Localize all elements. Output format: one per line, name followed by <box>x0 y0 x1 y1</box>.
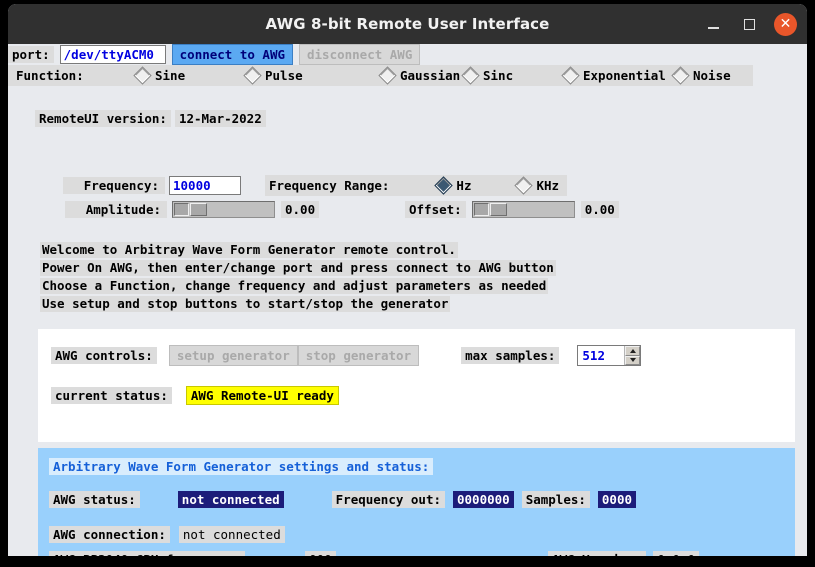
remoteui-version-value: 12-Mar-2022 <box>174 110 266 127</box>
setup-generator-button[interactable]: setup generator <box>168 345 298 366</box>
radio-label: Pulse <box>265 68 303 83</box>
frequency-out-value: 0000000 <box>453 491 514 508</box>
disconnect-awg-button[interactable]: disconnect AWG <box>299 44 421 65</box>
radio-function-gaussian[interactable]: Gaussian <box>378 66 464 85</box>
awg-version-value: 0.0.0 <box>653 551 699 556</box>
remoteui-version-label: RemoteUI version: <box>35 110 171 127</box>
maximize-icon[interactable] <box>738 13 760 35</box>
slider-handle[interactable] <box>473 203 489 216</box>
offset-slider[interactable] <box>471 201 575 218</box>
frequency-range-label: Frequency Range: <box>269 178 390 193</box>
welcome-line: Use setup and stop buttons to start/stop… <box>40 296 451 312</box>
title-bar: AWG 8-bit Remote User Interface ✕ <box>8 4 807 44</box>
amplitude-row: Amplitude: 0.00 <box>65 201 320 218</box>
awg-settings-panel: Arbitrary Wave Form Generator settings a… <box>38 448 795 556</box>
radio-range-hz[interactable]: Hz <box>434 176 472 195</box>
client-area: RemoteUI version: 12-Mar-2022 port: conn… <box>8 44 807 556</box>
app-window: AWG 8-bit Remote User Interface ✕ Remote… <box>8 4 807 556</box>
radio-diamond-icon <box>561 66 580 85</box>
radio-function-exponential[interactable]: Exponential <box>561 66 674 85</box>
frequency-range-group: Frequency Range: Hz KHz <box>265 175 568 196</box>
port-input[interactable] <box>59 45 166 64</box>
welcome-line: Power On AWG, then enter/change port and… <box>40 260 556 276</box>
radio-label: Hz <box>456 178 472 193</box>
radio-label: Exponential <box>583 68 666 83</box>
frequency-input[interactable] <box>169 176 241 195</box>
frequency-label: Frequency: <box>63 177 165 194</box>
function-row: Function: Sine Pulse Gaussian Sinc Expon… <box>8 65 753 86</box>
amplitude-value: 0.00 <box>281 201 320 218</box>
awg-version-label: AWG Version: <box>548 551 647 556</box>
awg-connection-value: not connected <box>178 526 285 543</box>
function-label: Function: <box>12 67 88 84</box>
radio-function-sine[interactable]: Sine <box>133 66 246 85</box>
welcome-line: Choose a Function, change frequency and … <box>40 278 549 294</box>
radio-diamond-icon <box>434 176 454 195</box>
radio-label: Noise <box>693 68 731 83</box>
awg-version-row: AWG Version: 0.0.0 <box>548 551 699 556</box>
offset-label: Offset: <box>405 201 466 218</box>
window-title: AWG 8-bit Remote User Interface <box>265 15 550 33</box>
radio-diamond-icon <box>378 66 397 85</box>
radio-label: Gaussian <box>400 68 461 83</box>
max-samples-label: max samples: <box>461 347 560 364</box>
stop-generator-button[interactable]: stop generator <box>297 345 420 366</box>
awg-controls-panel: AWG controls: setup generator stop gener… <box>38 329 795 442</box>
offset-value: 0.00 <box>580 201 619 218</box>
function-label-holder: Function: <box>8 67 136 84</box>
settings-panel-title: Arbitrary Wave Form Generator settings a… <box>49 458 434 475</box>
max-samples-input[interactable] <box>578 346 625 365</box>
radio-diamond-icon <box>671 66 690 85</box>
awg-status-value: not connected <box>177 491 284 508</box>
awg-connection-row: AWG connection: not connected <box>49 526 285 543</box>
port-label: port: <box>8 46 54 63</box>
radio-diamond-icon <box>461 66 480 85</box>
radio-diamond-icon <box>133 66 152 85</box>
radio-diamond-icon <box>514 176 534 195</box>
welcome-line: Welcome to Arbitray Wave Form Generator … <box>40 242 458 258</box>
radio-label: KHz <box>536 178 560 193</box>
frequency-row: Frequency: Frequency Range: Hz KHz <box>63 175 568 196</box>
awg-connection-label: AWG connection: <box>49 526 170 543</box>
cpu-frequency-label: AWG RP2040 CPU frequency: <box>49 551 246 556</box>
radio-diamond-icon <box>243 66 262 85</box>
current-status-label: current status: <box>51 387 172 404</box>
stepper-up-icon[interactable] <box>625 346 641 356</box>
amplitude-label: Amplitude: <box>65 201 167 218</box>
remoteui-version-row: RemoteUI version: 12-Mar-2022 <box>35 110 266 127</box>
radio-label: Sine <box>155 68 186 83</box>
welcome-text: Welcome to Arbitray Wave Form Generator … <box>40 242 556 314</box>
status-badge: AWG Remote-UI ready <box>185 386 339 405</box>
connect-to-awg-button[interactable]: connect to AWG <box>171 44 293 65</box>
current-status-row: current status: AWG Remote-UI ready <box>51 386 339 405</box>
amplitude-slider[interactable] <box>172 201 275 218</box>
radio-function-sinc[interactable]: Sinc <box>461 66 564 85</box>
window-controls: ✕ <box>702 4 797 44</box>
radio-function-pulse[interactable]: Pulse <box>243 66 381 85</box>
samples-value: 0000 <box>597 491 637 508</box>
minimize-icon[interactable] <box>702 13 724 35</box>
slider-handle[interactable] <box>174 203 189 216</box>
cpu-frequency-value: 000 <box>305 551 336 556</box>
radio-range-khz[interactable]: KHz <box>514 176 560 195</box>
frequency-out-label: Frequency out: <box>331 491 445 508</box>
samples-label: Samples: <box>521 491 590 508</box>
max-samples-stepper[interactable] <box>577 345 642 366</box>
awg-controls-label: AWG controls: <box>51 347 157 364</box>
stepper-down-icon[interactable] <box>625 355 641 365</box>
offset-row: Offset: 0.00 <box>405 201 619 218</box>
radio-function-noise[interactable]: Noise <box>671 66 731 85</box>
radio-label: Sinc <box>483 68 514 83</box>
cpu-frequency-row: AWG RP2040 CPU frequency: 000 <box>49 551 336 556</box>
port-row: port: connect to AWG disconnect AWG <box>8 44 807 65</box>
awg-status-label: AWG status: <box>49 491 140 508</box>
slider-thumb[interactable] <box>489 203 507 216</box>
stepper-buttons <box>624 346 641 365</box>
close-icon[interactable]: ✕ <box>774 12 797 36</box>
awg-controls-row: AWG controls: setup generator stop gener… <box>51 345 642 366</box>
slider-thumb[interactable] <box>190 203 207 216</box>
awg-status-row: AWG status: not connected Frequency out:… <box>49 491 637 508</box>
